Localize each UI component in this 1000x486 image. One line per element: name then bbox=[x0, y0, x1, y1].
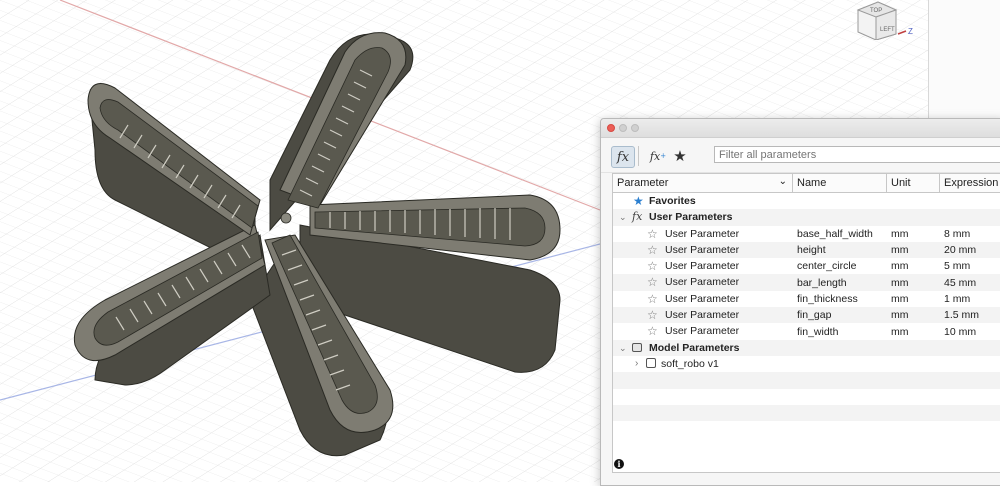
maximize-window-button[interactable] bbox=[631, 124, 639, 132]
user-parameter-row[interactable]: ☆ User Parameter height mm 20 mm bbox=[613, 241, 1000, 259]
toolbar-separator bbox=[638, 146, 639, 166]
component-icon bbox=[646, 357, 656, 368]
user-parameter-row[interactable]: ☆ User Parameter center_circle mm 5 mm bbox=[613, 258, 1000, 275]
parameter-type: User Parameter bbox=[665, 325, 740, 338]
user-parameter-row[interactable]: ☆ User Parameter fin_thickness mm 1 mm bbox=[613, 290, 1000, 308]
favorites-filter-button[interactable]: ★ bbox=[671, 146, 689, 166]
parameter-type: User Parameter bbox=[665, 292, 740, 305]
empty-row bbox=[613, 404, 1000, 422]
fx-add-icon: fx bbox=[649, 149, 661, 163]
table-body: ★ Favorites ⌄ fx User Parameters ☆ User Para… bbox=[613, 193, 1000, 438]
parameter-expression[interactable]: 45 mm bbox=[940, 277, 1000, 289]
column-header-unit[interactable]: Unit bbox=[887, 174, 940, 192]
parameter-unit: mm bbox=[891, 260, 909, 273]
close-window-button[interactable] bbox=[607, 124, 615, 132]
x-axis-indicator bbox=[897, 30, 907, 35]
parameter-expression[interactable]: 5 mm bbox=[940, 260, 1000, 272]
favorites-label: Favorites bbox=[649, 195, 696, 207]
user-parameter-row[interactable]: ☆ User Parameter base_half_width mm 8 mm bbox=[613, 225, 1000, 242]
viewcube[interactable]: TOP LEFT Z bbox=[848, 0, 918, 40]
parameter-name[interactable]: fin_gap bbox=[793, 309, 887, 321]
favorite-star-icon[interactable]: ☆ bbox=[647, 259, 658, 273]
parameter-type: User Parameter bbox=[665, 276, 740, 289]
center-circle bbox=[280, 212, 292, 224]
parameter-type: User Parameter bbox=[665, 260, 740, 273]
dialog-titlebar[interactable] bbox=[601, 119, 1000, 138]
viewcube-left-label: LEFT bbox=[880, 27, 895, 33]
filter-parameters-input[interactable] bbox=[714, 146, 1000, 163]
fx-toggle-button[interactable]: fx bbox=[611, 146, 635, 168]
add-user-parameter-button[interactable]: fx + bbox=[649, 146, 667, 166]
user-parameters-label: User Parameters bbox=[649, 211, 733, 224]
z-axis-label: Z bbox=[908, 27, 913, 36]
column-header-parameter[interactable]: Parameter ⌄ bbox=[613, 174, 793, 192]
plus-icon: + bbox=[660, 152, 667, 160]
info-icon[interactable]: i bbox=[614, 459, 624, 469]
parameter-expression[interactable]: 1.5 mm bbox=[940, 309, 1000, 321]
parameter-type: User Parameter bbox=[665, 243, 740, 256]
model-parameters-label: Model Parameters bbox=[649, 341, 740, 354]
minimize-window-button[interactable] bbox=[619, 124, 627, 132]
parameter-unit: mm bbox=[891, 244, 909, 257]
empty-row bbox=[613, 388, 1000, 405]
empty-row bbox=[613, 372, 1000, 389]
favorite-star-icon[interactable]: ☆ bbox=[647, 292, 658, 306]
user-parameter-row[interactable]: ☆ User Parameter fin_width mm 10 mm bbox=[613, 323, 1000, 340]
parameter-name[interactable]: center_circle bbox=[793, 260, 887, 272]
fx-icon: fx bbox=[632, 210, 643, 224]
model-component-row[interactable]: › soft_robo v1 bbox=[613, 355, 1000, 373]
user-parameter-list: ☆ User Parameter base_half_width mm 8 mm ☆ Use… bbox=[613, 225, 1000, 340]
parameter-expression[interactable]: 1 mm bbox=[940, 293, 1000, 305]
favorite-star-icon[interactable]: ☆ bbox=[647, 324, 658, 338]
parameter-type: User Parameter bbox=[665, 227, 740, 240]
parameter-expression[interactable]: 8 mm bbox=[940, 228, 1000, 240]
favorite-star-icon[interactable]: ☆ bbox=[647, 243, 658, 257]
parameter-expression[interactable]: 10 mm bbox=[940, 326, 1000, 338]
user-parameter-row[interactable]: ☆ User Parameter bar_length mm 45 mm bbox=[613, 274, 1000, 291]
user-parameter-row[interactable]: ☆ User Parameter fin_gap mm 1.5 mm bbox=[613, 307, 1000, 324]
table-header: Parameter ⌄ Name Unit Expression bbox=[613, 174, 1000, 193]
chevron-down-icon[interactable]: ⌄ bbox=[619, 341, 627, 355]
parameter-unit: mm bbox=[891, 309, 909, 322]
parameter-name[interactable]: bar_length bbox=[793, 277, 887, 289]
user-parameters-group-row[interactable]: ⌄ fx User Parameters bbox=[613, 209, 1000, 226]
right-panel-edge bbox=[928, 0, 1000, 118]
parameter-unit: mm bbox=[891, 227, 909, 240]
column-label: Parameter bbox=[617, 177, 669, 189]
star-icon: ★ bbox=[633, 194, 644, 208]
empty-row bbox=[613, 421, 1000, 438]
parameter-name[interactable]: base_half_width bbox=[793, 228, 887, 240]
dialog-toolbar: fx fx + ★ bbox=[601, 138, 1000, 173]
parameter-unit: mm bbox=[891, 292, 909, 305]
chevron-down-icon[interactable]: ⌄ bbox=[619, 210, 627, 224]
column-header-name[interactable]: Name bbox=[793, 174, 887, 192]
parameter-name[interactable]: height bbox=[793, 244, 887, 256]
chevron-right-icon[interactable]: › bbox=[635, 357, 638, 371]
favorite-star-icon[interactable]: ☆ bbox=[647, 227, 658, 241]
favorite-star-icon[interactable]: ☆ bbox=[647, 275, 658, 289]
parameters-table: Parameter ⌄ Name Unit Expression ★ Favorit… bbox=[612, 173, 1000, 473]
favorite-star-icon[interactable]: ☆ bbox=[647, 308, 658, 322]
viewcube-top-label: TOP bbox=[870, 8, 882, 14]
column-header-expression[interactable]: Expression bbox=[940, 174, 1000, 192]
parameter-name[interactable]: fin_thickness bbox=[793, 293, 887, 305]
component-name: soft_robo v1 bbox=[661, 357, 719, 370]
model-parameters-group-row[interactable]: ⌄ Model Parameters bbox=[613, 339, 1000, 356]
favorites-row[interactable]: ★ Favorites bbox=[613, 193, 1000, 210]
parameter-type: User Parameter bbox=[665, 309, 740, 322]
parameter-name[interactable]: fin_width bbox=[793, 326, 887, 338]
parameter-unit: mm bbox=[891, 325, 909, 338]
parameters-dialog: fx fx+ ★ Parameter⌄ Name Unit Expression… bbox=[600, 118, 1000, 486]
parameter-expression[interactable]: 20 mm bbox=[940, 244, 1000, 256]
chevron-down-icon[interactable]: ⌄ bbox=[779, 176, 787, 187]
parameter-unit: mm bbox=[891, 276, 909, 289]
model-icon bbox=[632, 342, 642, 352]
